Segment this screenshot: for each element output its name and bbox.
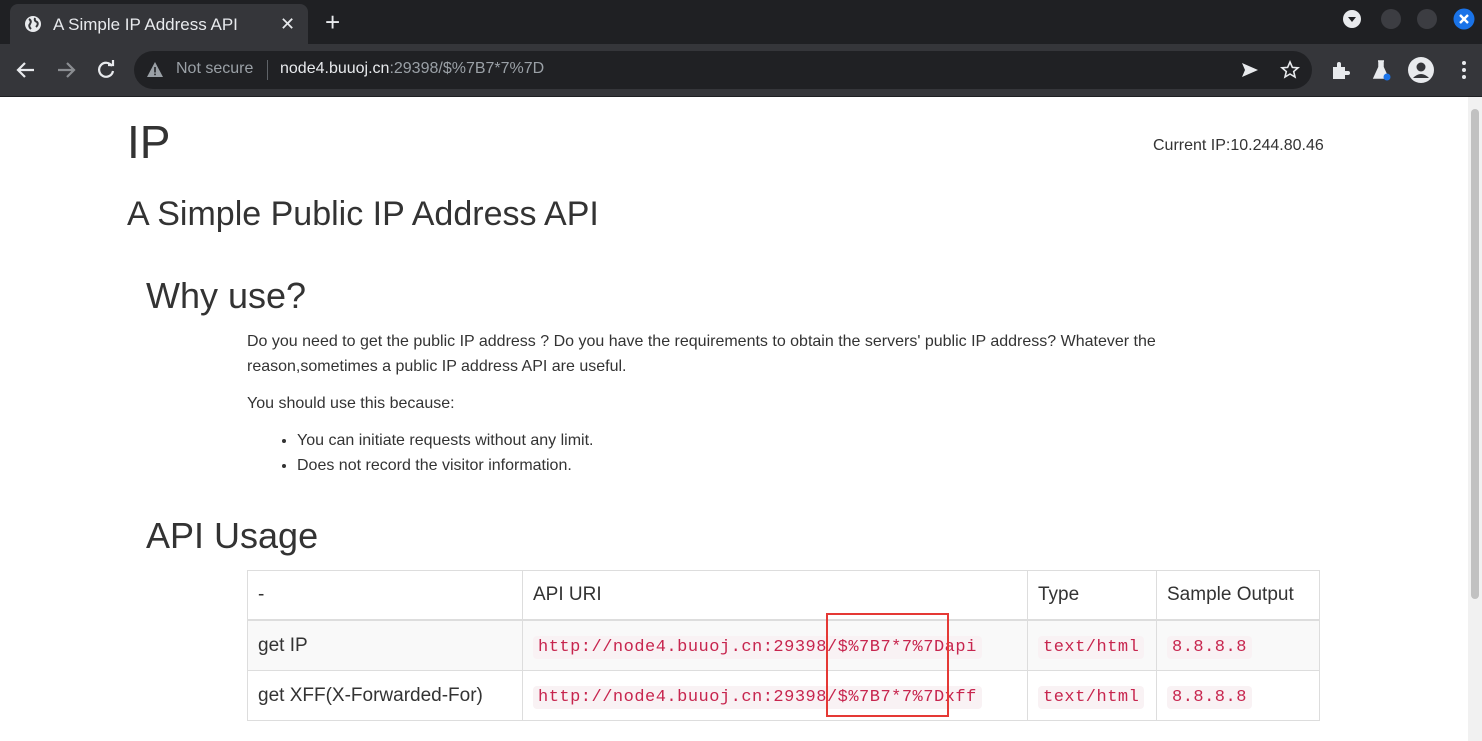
api-name-cell: get IP	[247, 619, 523, 671]
reasons-intro: You should use this because:	[247, 395, 455, 412]
page-subtitle: A Simple Public IP Address API	[127, 195, 599, 233]
profile-avatar-icon[interactable]	[1407, 56, 1435, 84]
maximize-button[interactable]	[1417, 9, 1437, 29]
url-text[interactable]: node4.buuoj.cn:29398/$%7B7*7%7D	[280, 60, 544, 78]
send-icon[interactable]	[1240, 60, 1260, 80]
extensions-icon[interactable]	[1328, 58, 1352, 82]
page-content: IP Current IP:10.244.80.46 A Simple Publ…	[0, 97, 1468, 741]
sample-output-code: 8.8.8.8	[1167, 685, 1252, 709]
reload-icon[interactable]	[94, 58, 118, 82]
window-close-icon[interactable]	[1453, 8, 1475, 30]
api-usage-heading: API Usage	[146, 515, 319, 556]
tab-close-icon[interactable]: ✕	[280, 14, 295, 34]
type-code: text/html	[1038, 635, 1145, 659]
api-uri-cell: http://node4.buuoj.cn:29398/$%7B7*7%7Dxf…	[522, 670, 1028, 721]
annotation-highlight-box	[826, 613, 949, 717]
address-bar[interactable]: Not secure node4.buuoj.cn:29398/$%7B7*7%…	[134, 51, 1312, 89]
url-host: node4.buuoj.cn	[280, 60, 390, 77]
warning-icon[interactable]	[146, 61, 164, 79]
api-usage-table: - API URI Type Sample Output get IP http…	[247, 570, 1320, 721]
forward-arrow-icon[interactable]	[54, 58, 78, 82]
url-path: :29398/$%7B7*7%7D	[389, 60, 545, 77]
type-cell: text/html	[1027, 670, 1157, 721]
type-cell: text/html	[1027, 619, 1157, 671]
kebab-menu-icon[interactable]	[1452, 58, 1476, 82]
scrollbar-thumb[interactable]	[1471, 109, 1479, 599]
list-item: You can initiate requests without any li…	[297, 428, 593, 453]
labs-flask-icon[interactable]	[1369, 58, 1393, 82]
tab-title: A Simple IP Address API	[53, 15, 238, 34]
tab-search-icon[interactable]	[1342, 9, 1362, 29]
table-row: get IP http://node4.buuoj.cn:29398/$%7B7…	[247, 619, 1320, 671]
tab-strip: A Simple IP Address API ✕ +	[0, 0, 1482, 44]
column-header: API URI	[522, 570, 1028, 621]
type-code: text/html	[1038, 685, 1145, 709]
page-scrollbar[interactable]	[1468, 97, 1482, 741]
table-header-row: - API URI Type Sample Output	[247, 570, 1320, 621]
site-logo[interactable]: IP	[127, 117, 170, 168]
back-arrow-icon[interactable]	[14, 58, 38, 82]
api-name-cell: get XFF(X-Forwarded-For)	[247, 670, 523, 721]
column-header: Type	[1027, 570, 1157, 621]
why-use-paragraph: Do you need to get the public IP address…	[247, 333, 1156, 375]
table-row: get XFF(X-Forwarded-For) http://node4.bu…	[247, 670, 1320, 721]
current-ip-text: Current IP:10.244.80.46	[1153, 137, 1324, 154]
address-divider	[267, 60, 268, 80]
new-tab-button[interactable]: +	[325, 9, 340, 35]
sample-output-code: 8.8.8.8	[1167, 635, 1252, 659]
browser-toolbar: Not secure node4.buuoj.cn:29398/$%7B7*7%…	[0, 44, 1482, 97]
list-item: Does not record the visitor information.	[297, 453, 593, 478]
reasons-list: You can initiate requests without any li…	[277, 428, 593, 478]
minimize-button[interactable]	[1381, 9, 1401, 29]
api-uri-cell: http://node4.buuoj.cn:29398/$%7B7*7%7Dap…	[522, 619, 1028, 671]
browser-tab[interactable]: A Simple IP Address API ✕	[10, 4, 308, 44]
sample-output-cell: 8.8.8.8	[1156, 670, 1320, 721]
column-header: -	[247, 570, 523, 621]
security-label[interactable]: Not secure	[176, 60, 253, 78]
globe-icon	[25, 16, 41, 32]
star-icon[interactable]	[1280, 60, 1300, 80]
sample-output-cell: 8.8.8.8	[1156, 619, 1320, 671]
column-header: Sample Output	[1156, 570, 1320, 621]
why-use-heading: Why use?	[146, 275, 307, 316]
